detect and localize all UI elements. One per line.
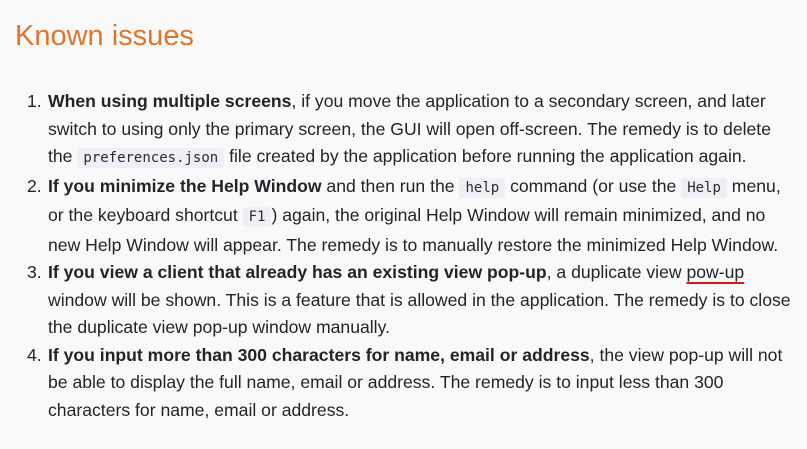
inline-code: help [459,177,506,198]
list-item: 3. If you view a client that already has … [15,259,807,342]
list-number: 3. [27,262,42,282]
list-number: 4. [27,344,42,365]
issue-lead: If you view a client that already has an… [48,262,547,282]
section-heading: Known issues [15,20,194,52]
known-issues-list: 1. When using multiple screens, if you mo… [15,88,807,424]
inline-code: preferences.json [77,148,225,168]
issue-text: , a duplicate view [546,262,687,282]
issue-lead: When using multiple screens [48,91,292,111]
inline-code: F1 [242,207,272,227]
list-item: 1. When using multiple screens, if you mo… [15,88,807,173]
issue-lead: If you input more than 300 characters fo… [48,344,590,365]
list-number: 1. [27,91,42,111]
issue-text: file created by the application before r… [224,146,747,166]
inline-code: Help [681,177,727,198]
list-number: 2. [27,175,42,196]
issue-text: and then run the [321,175,460,196]
issue-text: command (or use the [505,175,682,196]
issue-text: window will be shown. This is a feature … [48,289,791,338]
issue-lead: If you minimize the Help Window [48,175,322,196]
list-item: 2. If you minimize the Help Window and th… [15,173,807,260]
document-page: Known issues 1. When using multiple scree… [0,0,807,449]
list-item: 4. If you input more than 300 characters … [15,342,807,425]
misspelled-word[interactable]: pow-up [686,262,744,282]
